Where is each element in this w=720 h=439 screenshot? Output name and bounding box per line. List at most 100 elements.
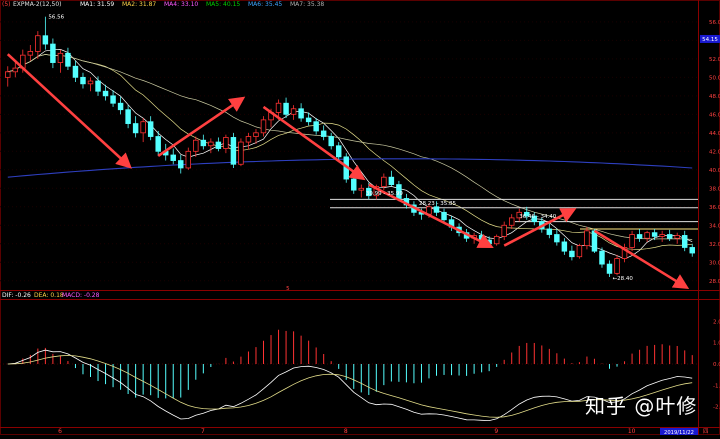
candle-body bbox=[72, 65, 79, 78]
candle-body bbox=[193, 139, 199, 152]
candle-body bbox=[546, 228, 553, 235]
candle-body bbox=[50, 43, 56, 63]
candle-body bbox=[674, 235, 680, 239]
candle-body bbox=[305, 117, 312, 123]
watermark: 知乎 @叶修 bbox=[585, 394, 698, 418]
ma5-label: MA5: 40.15 bbox=[206, 1, 241, 8]
candle-body bbox=[170, 154, 176, 161]
price-tick-label: 52.0 bbox=[709, 57, 720, 63]
date-tick-label: 7 bbox=[201, 428, 205, 435]
candle-body bbox=[5, 71, 11, 78]
candle-body bbox=[313, 121, 319, 132]
candle-body bbox=[260, 119, 267, 134]
candle-body bbox=[666, 234, 673, 239]
candle-body bbox=[110, 95, 116, 104]
price-tick-label: 34.0 bbox=[709, 223, 720, 229]
candle-body bbox=[125, 109, 131, 124]
price-tick-label: 40.0 bbox=[709, 168, 720, 174]
macd-value-label: MACD: -0.28 bbox=[62, 292, 100, 299]
candle-body bbox=[478, 235, 485, 241]
date-tick-label: 6 bbox=[58, 428, 62, 435]
indicator-title[interactable]: EXPMA-2(12,50) bbox=[13, 1, 62, 8]
candle-body bbox=[95, 80, 101, 92]
macd-dif-label: DIF: -0.26 bbox=[2, 292, 31, 299]
date-tick-label: 8 bbox=[344, 428, 348, 435]
price-tick-label: 48.0 bbox=[709, 94, 720, 100]
price-tick-label: 46.0 bbox=[709, 112, 720, 118]
candle-body bbox=[493, 235, 500, 245]
candle-body bbox=[42, 35, 49, 45]
candle-body bbox=[561, 241, 568, 252]
candle-body bbox=[689, 247, 695, 254]
outer-frame bbox=[0, 0, 720, 435]
ma2-label: MA2: 31.87 bbox=[122, 1, 157, 8]
candle-body bbox=[433, 206, 440, 213]
date-badge-text: 2019/11/22 bbox=[664, 430, 694, 435]
candle-body bbox=[147, 121, 154, 137]
macd-tick-label: 0.0 bbox=[713, 362, 720, 368]
candle-body bbox=[290, 108, 297, 115]
price-tick-label: 32.0 bbox=[709, 242, 720, 248]
candle-body bbox=[253, 132, 259, 137]
ma-mid-line bbox=[7, 54, 693, 250]
candle-body bbox=[381, 176, 387, 187]
ma7-label: MA7: 35.38 bbox=[290, 1, 325, 8]
high-price-annotation: 56.56 bbox=[48, 15, 64, 21]
candle-body bbox=[335, 145, 342, 158]
ma4-label: MA4: 33.10 bbox=[164, 1, 199, 8]
candle-body bbox=[245, 136, 252, 143]
candle-body bbox=[659, 234, 665, 237]
candle-body bbox=[388, 176, 395, 185]
candle-body bbox=[185, 150, 192, 169]
price-tick-label: 44.0 bbox=[709, 131, 720, 137]
stock-chart: 28.0 30.0 32.0 34.0 36.0 38.0 40.0 42.0 44.0 46.0… bbox=[0, 0, 720, 436]
macd-tick-label: 1.0 bbox=[713, 341, 720, 347]
candle-body bbox=[644, 232, 650, 239]
header-tag: (5) bbox=[2, 1, 11, 8]
candle-body bbox=[27, 51, 34, 56]
price-tick-label: 56.0 bbox=[709, 20, 720, 26]
candle-body bbox=[576, 245, 583, 258]
candle-body bbox=[275, 102, 282, 113]
candle-body bbox=[140, 121, 146, 134]
candle-body bbox=[87, 80, 94, 85]
candle-body bbox=[569, 250, 575, 258]
candle-body bbox=[486, 239, 492, 245]
candle-body bbox=[554, 234, 560, 243]
ma6-label: MA6: 35.45 bbox=[248, 1, 283, 8]
candle-body bbox=[238, 141, 244, 165]
candle-body bbox=[132, 123, 139, 134]
date-tick-label: 10 bbox=[628, 428, 636, 435]
candle-body bbox=[80, 76, 86, 85]
candle-body bbox=[508, 217, 515, 226]
date-tick-label: 9 bbox=[494, 428, 498, 435]
candlestick-chart-svg: 28.0 30.0 32.0 34.0 36.0 38.0 40.0 42.0 44.0 46.0… bbox=[0, 0, 720, 436]
range-annotation-3: 36.46 - 34.40 bbox=[519, 214, 556, 220]
candle-body bbox=[591, 230, 598, 252]
candle-body bbox=[320, 130, 327, 137]
ma-slow-line bbox=[7, 54, 693, 240]
candle-body bbox=[629, 234, 635, 248]
candle-body bbox=[606, 263, 613, 274]
candle-body bbox=[651, 232, 658, 237]
candle-body bbox=[358, 187, 365, 191]
trend-arrow bbox=[6, 53, 132, 169]
price-tick-label: 30.0 bbox=[709, 260, 720, 266]
low-price-annotation: ←28.40 bbox=[613, 276, 634, 282]
candle-body bbox=[200, 139, 207, 147]
candle-body bbox=[298, 108, 304, 119]
candle-body bbox=[215, 141, 222, 149]
candle-body bbox=[599, 250, 605, 265]
candle-body bbox=[328, 136, 334, 147]
month-marker: 5 bbox=[286, 286, 290, 292]
trend-arrow bbox=[262, 105, 366, 181]
price-tick-label: 28.0 bbox=[709, 279, 720, 285]
macd-tick-label: 2.0 bbox=[713, 319, 720, 325]
candle-body bbox=[117, 102, 124, 111]
price-tick-label: 36.0 bbox=[709, 205, 720, 211]
price-tick-label: 38.0 bbox=[709, 186, 720, 192]
candle-body bbox=[35, 35, 41, 52]
ma1-label: MA1: 31.59 bbox=[80, 1, 115, 8]
macd-tick-label: -1.0 bbox=[713, 383, 720, 389]
candle-body bbox=[283, 102, 289, 115]
